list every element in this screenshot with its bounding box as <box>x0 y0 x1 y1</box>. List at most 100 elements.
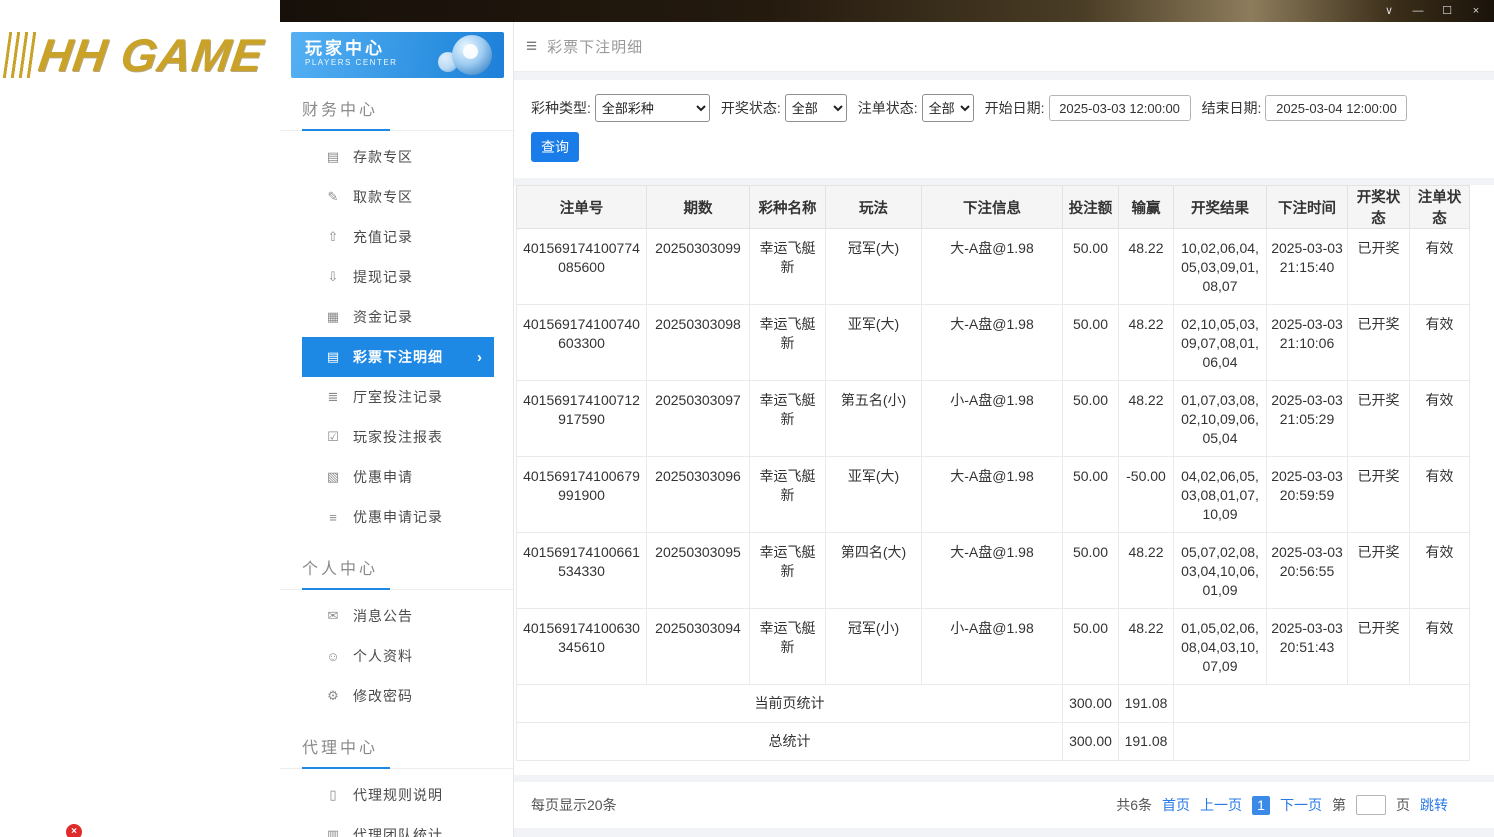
bet-status-select[interactable]: 全部 <box>921 94 974 122</box>
table-cell: 2025-03-03 21:10:06 <box>1266 304 1348 381</box>
section-header: 个人中心 <box>280 545 513 590</box>
logo-text: HH GAME <box>35 29 267 81</box>
table-cell: 01,07,03,08,02,10,09,06,05,04 <box>1173 380 1267 457</box>
table-cell: 2025-03-03 21:05:29 <box>1266 380 1348 457</box>
announcements-icon: ✉ <box>327 608 339 623</box>
sidebar-item-promo-apply-records[interactable]: ≡ 优惠申请记录 › <box>302 497 494 537</box>
table-row: 401569174100740603300 20250303098 幸运飞艇新 亚军(… <box>516 304 1470 381</box>
titlebar-dropdown-icon[interactable]: ∨ <box>1381 0 1397 22</box>
deposit-zone-icon: ▤ <box>326 149 340 164</box>
end-date-input[interactable] <box>1265 95 1408 121</box>
column-header: 注单号 <box>516 185 647 229</box>
table-cell: 有效 <box>1409 380 1470 457</box>
sidebar-item-agent-rules[interactable]: ▯ 代理规则说明 › <box>302 775 494 815</box>
column-header: 期数 <box>646 185 750 229</box>
agent-rules-icon: ▯ <box>329 787 337 802</box>
screen: HH GAME × ∨ — ☐ × 玩家中心 PLAYERS CENTER 财务… <box>0 0 1494 837</box>
table-cell: 亚军(大) <box>825 304 922 381</box>
search-button[interactable]: 查询 <box>531 132 579 162</box>
withdraw-zone-icon: ✎ <box>327 189 339 204</box>
main-content: ≡ 彩票下注明细 彩种类型: 全部彩种 开奖状态: 全部 注单状态: 全部 开始… <box>513 22 1494 837</box>
table-cell: 小-A盘@1.98 <box>921 380 1063 457</box>
page-jump-input[interactable] <box>1356 795 1386 815</box>
table-cell: 冠军(小) <box>825 608 922 685</box>
sidebar-item-agent-team-stats[interactable]: ▥ 代理团队统计 › <box>302 815 494 837</box>
close-button[interactable]: × <box>1468 0 1484 22</box>
jump-button[interactable]: 跳转 <box>1420 795 1448 815</box>
table-cell: 已开奖 <box>1347 304 1410 381</box>
table-cell: 大-A盘@1.98 <box>921 456 1063 533</box>
sidebar-item-change-password[interactable]: ⚙ 修改密码 › <box>302 676 494 716</box>
column-header: 投注额 <box>1062 185 1119 229</box>
current-page-number[interactable]: 1 <box>1252 795 1270 815</box>
sidebar-item-promo-apply[interactable]: ▧ 优惠申请 › <box>302 457 494 497</box>
column-header: 输赢 <box>1118 185 1174 229</box>
sidebar-item-label: 玩家投注报表 <box>353 429 443 445</box>
table-cell: 冠军(大) <box>825 228 922 305</box>
table-row: 401569174100712917590 20250303097 幸运飞艇新 第五名… <box>516 380 1470 457</box>
sidebar-item-label: 充值记录 <box>353 229 413 245</box>
sidebar-item-recharge-records[interactable]: ⇧ 充值记录 › <box>302 217 494 257</box>
table-body: 401569174100774085600 20250303099 幸运飞艇新 冠军(… <box>516 228 1470 761</box>
agent-team-stats-icon: ▥ <box>326 827 340 837</box>
table-cell: 401569174100712917590 <box>516 380 647 457</box>
hall-bet-records-icon: ≣ <box>327 389 339 404</box>
table-row: 401569174100774085600 20250303099 幸运飞艇新 冠军(… <box>516 228 1470 305</box>
desktop-background: HH GAME × <box>0 0 280 837</box>
lottery-type-label: 彩种类型: <box>531 100 591 116</box>
summary-bet-total: 300.00 <box>1062 722 1119 761</box>
table-cell: 有效 <box>1409 456 1470 533</box>
table-cell: 20250303096 <box>646 456 750 533</box>
filter-row: 彩种类型: 全部彩种 开奖状态: 全部 注单状态: 全部 开始日期: 2025-… <box>531 94 1477 122</box>
draw-status-select[interactable]: 全部 <box>784 94 847 122</box>
table-cell: 大-A盘@1.98 <box>921 304 1063 381</box>
table-cell: 幸运飞艇新 <box>749 228 826 305</box>
sidebar-item-hall-bet-records[interactable]: ≣ 厅室投注记录 › <box>302 377 494 417</box>
hamburger-menu-icon[interactable]: ≡ <box>526 36 537 58</box>
summary-row: 当前页统计 300.00 191.08 <box>516 684 1470 723</box>
column-header: 下注信息 <box>921 185 1063 229</box>
table-cell: 幸运飞艇新 <box>749 532 826 609</box>
sidebar-item-label: 资金记录 <box>353 309 413 325</box>
minimize-button[interactable]: — <box>1410 0 1426 22</box>
section-header: 财务中心 <box>280 86 513 131</box>
table-cell: 10,02,06,04,05,03,09,01,08,07 <box>1173 228 1267 305</box>
lottery-type-select[interactable]: 全部彩种 <box>594 94 710 122</box>
prev-page-link[interactable]: 上一页 <box>1200 795 1242 815</box>
error-badge-icon: × <box>66 824 82 837</box>
hhgame-logo: HH GAME <box>2 28 267 82</box>
sidebar-item-funds-records[interactable]: ▦ 资金记录 › <box>302 297 494 337</box>
table-cell: 幸运飞艇新 <box>749 608 826 685</box>
lottery-bet-details-icon: ▤ <box>326 349 340 364</box>
table-cell: 幸运飞艇新 <box>749 456 826 533</box>
sidebar-item-announcements[interactable]: ✉ 消息公告 › <box>302 596 494 636</box>
table-cell: 48.22 <box>1118 304 1174 381</box>
column-header: 注单状态 <box>1409 185 1470 229</box>
draw-status-label: 开奖状态: <box>720 100 781 116</box>
first-page-link[interactable]: 首页 <box>1162 795 1190 815</box>
section-header: 代理中心 <box>280 724 513 769</box>
table-cell: 48.22 <box>1118 532 1174 609</box>
summary-empty <box>1173 684 1470 723</box>
sidebar-item-lottery-bet-details[interactable]: ▤ 彩票下注明细 › <box>302 337 494 377</box>
bet-status-label: 注单状态: <box>857 100 918 116</box>
maximize-button[interactable]: ☐ <box>1439 0 1455 22</box>
table-cell: 48.22 <box>1118 608 1174 685</box>
sidebar-header: 玩家中心 PLAYERS CENTER <box>291 32 504 78</box>
start-date-input[interactable] <box>1048 95 1191 121</box>
sidebar-item-withdrawal-records[interactable]: ⇩ 提现记录 › <box>302 257 494 297</box>
billiard-ball-big-icon <box>452 35 492 75</box>
sidebar-item-deposit-zone[interactable]: ▤ 存款专区 › <box>302 137 494 177</box>
page-title: 彩票下注明细 <box>547 39 644 56</box>
per-page-label: 每页显示20条 <box>531 797 617 813</box>
sidebar-nav: 财务中心 ▤ 存款专区 › ✎ 取款专区 › ⇧ 充值记录 › ⇩ 提现记录 ›… <box>280 86 513 837</box>
chevron-right-icon: › <box>477 348 482 366</box>
next-page-link[interactable]: 下一页 <box>1280 795 1322 815</box>
sidebar-item-profile[interactable]: ☺ 个人资料 › <box>302 636 494 676</box>
sidebar-item-withdraw-zone[interactable]: ✎ 取款专区 › <box>302 177 494 217</box>
table-cell: 有效 <box>1409 608 1470 685</box>
table-cell: 已开奖 <box>1347 228 1410 305</box>
table-cell: 第五名(小) <box>825 380 922 457</box>
summary-label: 当前页统计 <box>516 684 1063 723</box>
sidebar-item-player-bet-report[interactable]: ☑ 玩家投注报表 › <box>302 417 494 457</box>
